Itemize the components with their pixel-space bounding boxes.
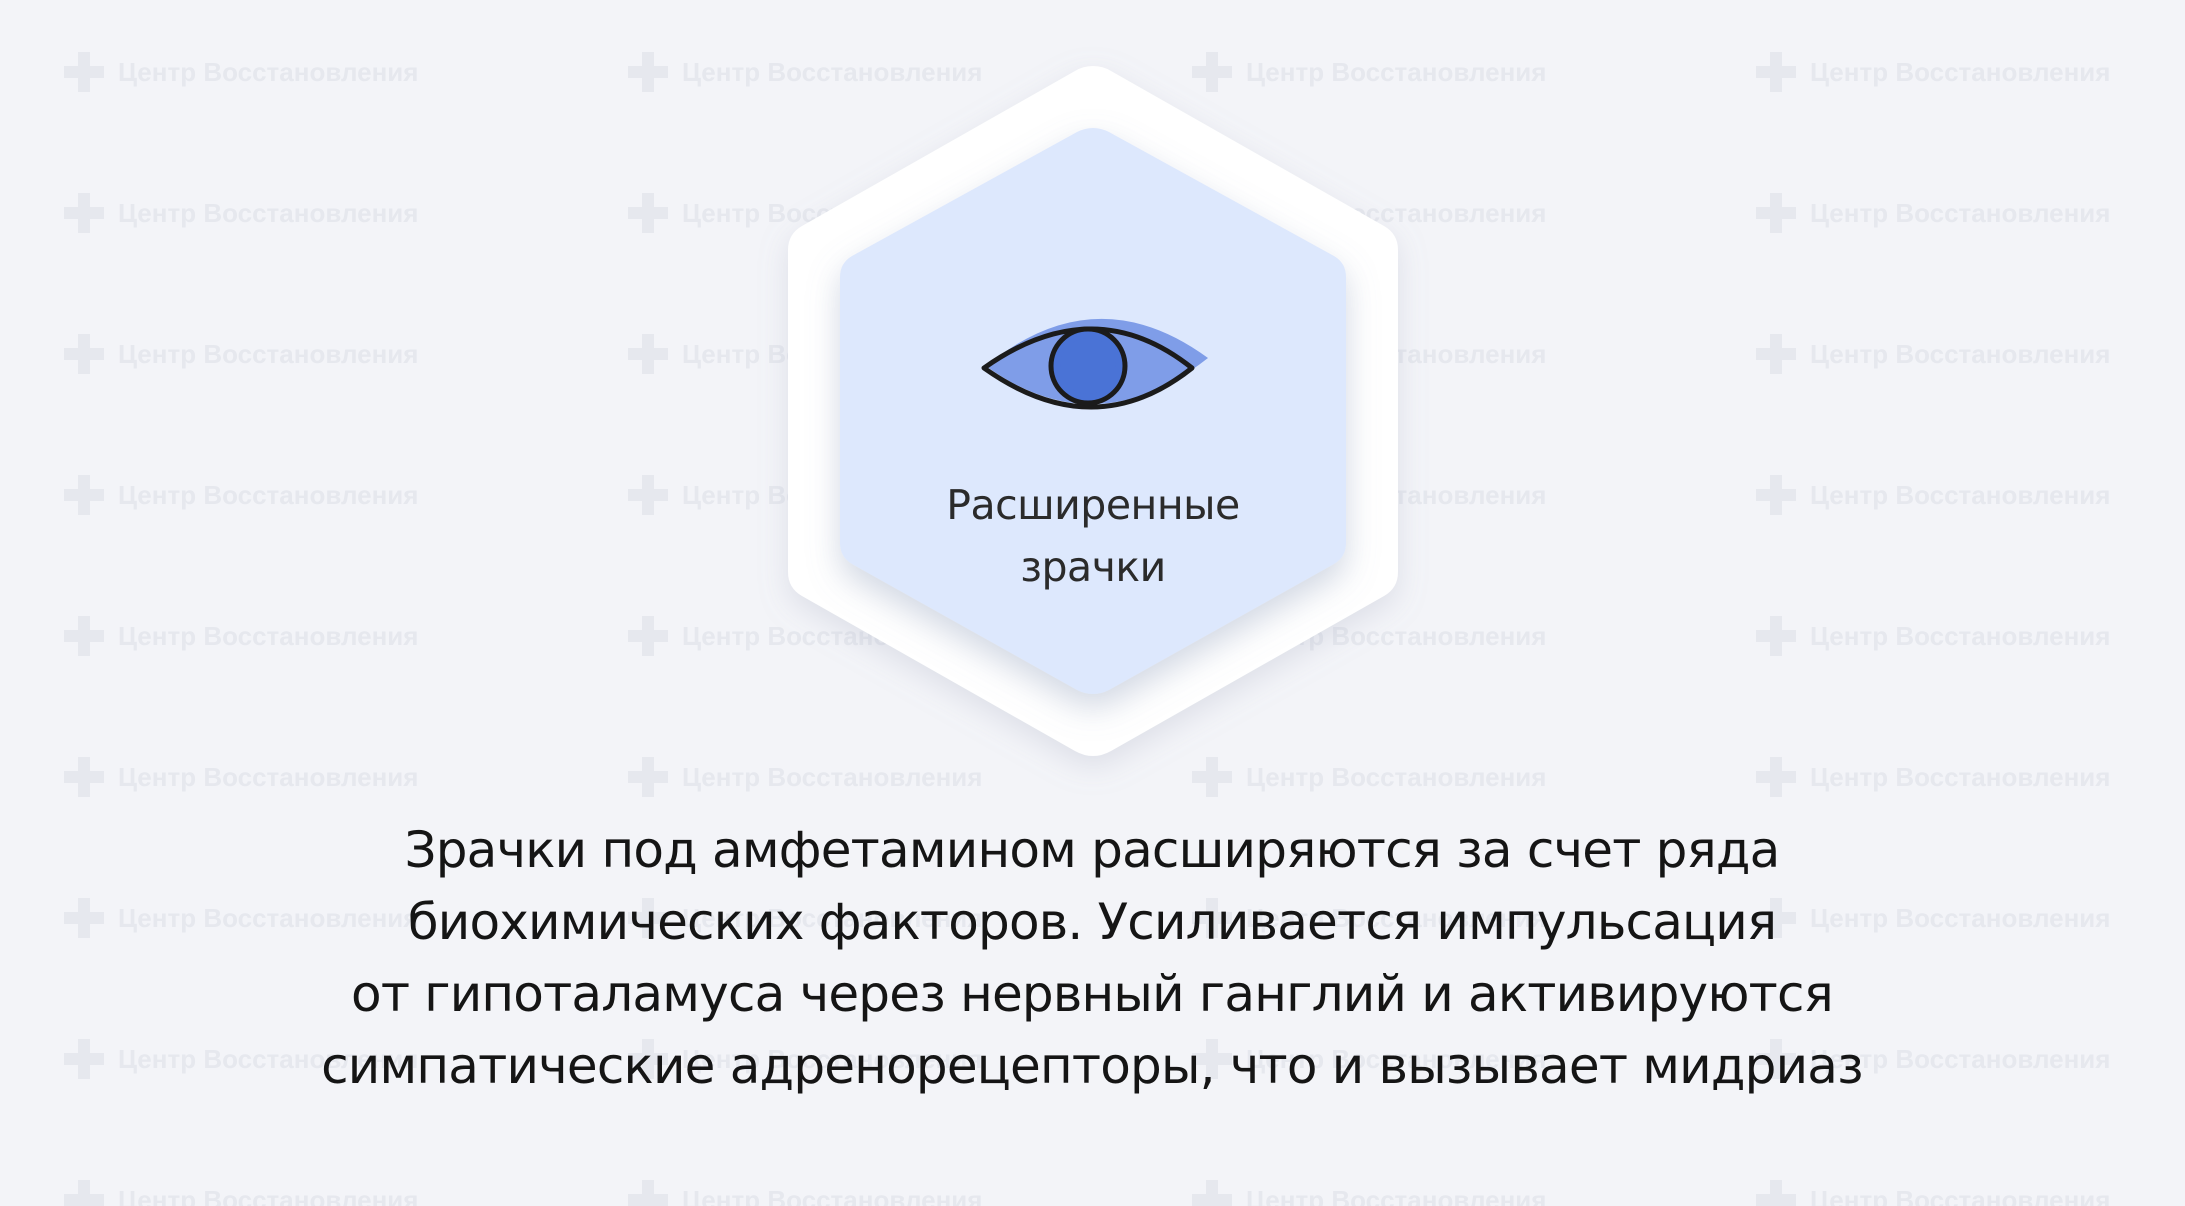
card-title-line-1: Расширенные <box>946 481 1240 529</box>
description-line-4: симпатические адренорецепторы, что и выз… <box>321 1037 1864 1095</box>
description-line-2: биохимических факторов. Усиливается импу… <box>407 893 1777 951</box>
card-title-line-2: зрачки <box>1020 543 1166 591</box>
description-text: Зрачки под амфетамином расширяются за сч… <box>192 814 1992 1102</box>
eye-icon <box>981 318 1208 410</box>
card-title: Расширенные зрачки <box>893 474 1293 598</box>
description-line-1: Зрачки под амфетамином расширяются за сч… <box>404 821 1780 879</box>
description-line-3: от гипоталамуса через нервный ганглий и … <box>351 965 1834 1023</box>
